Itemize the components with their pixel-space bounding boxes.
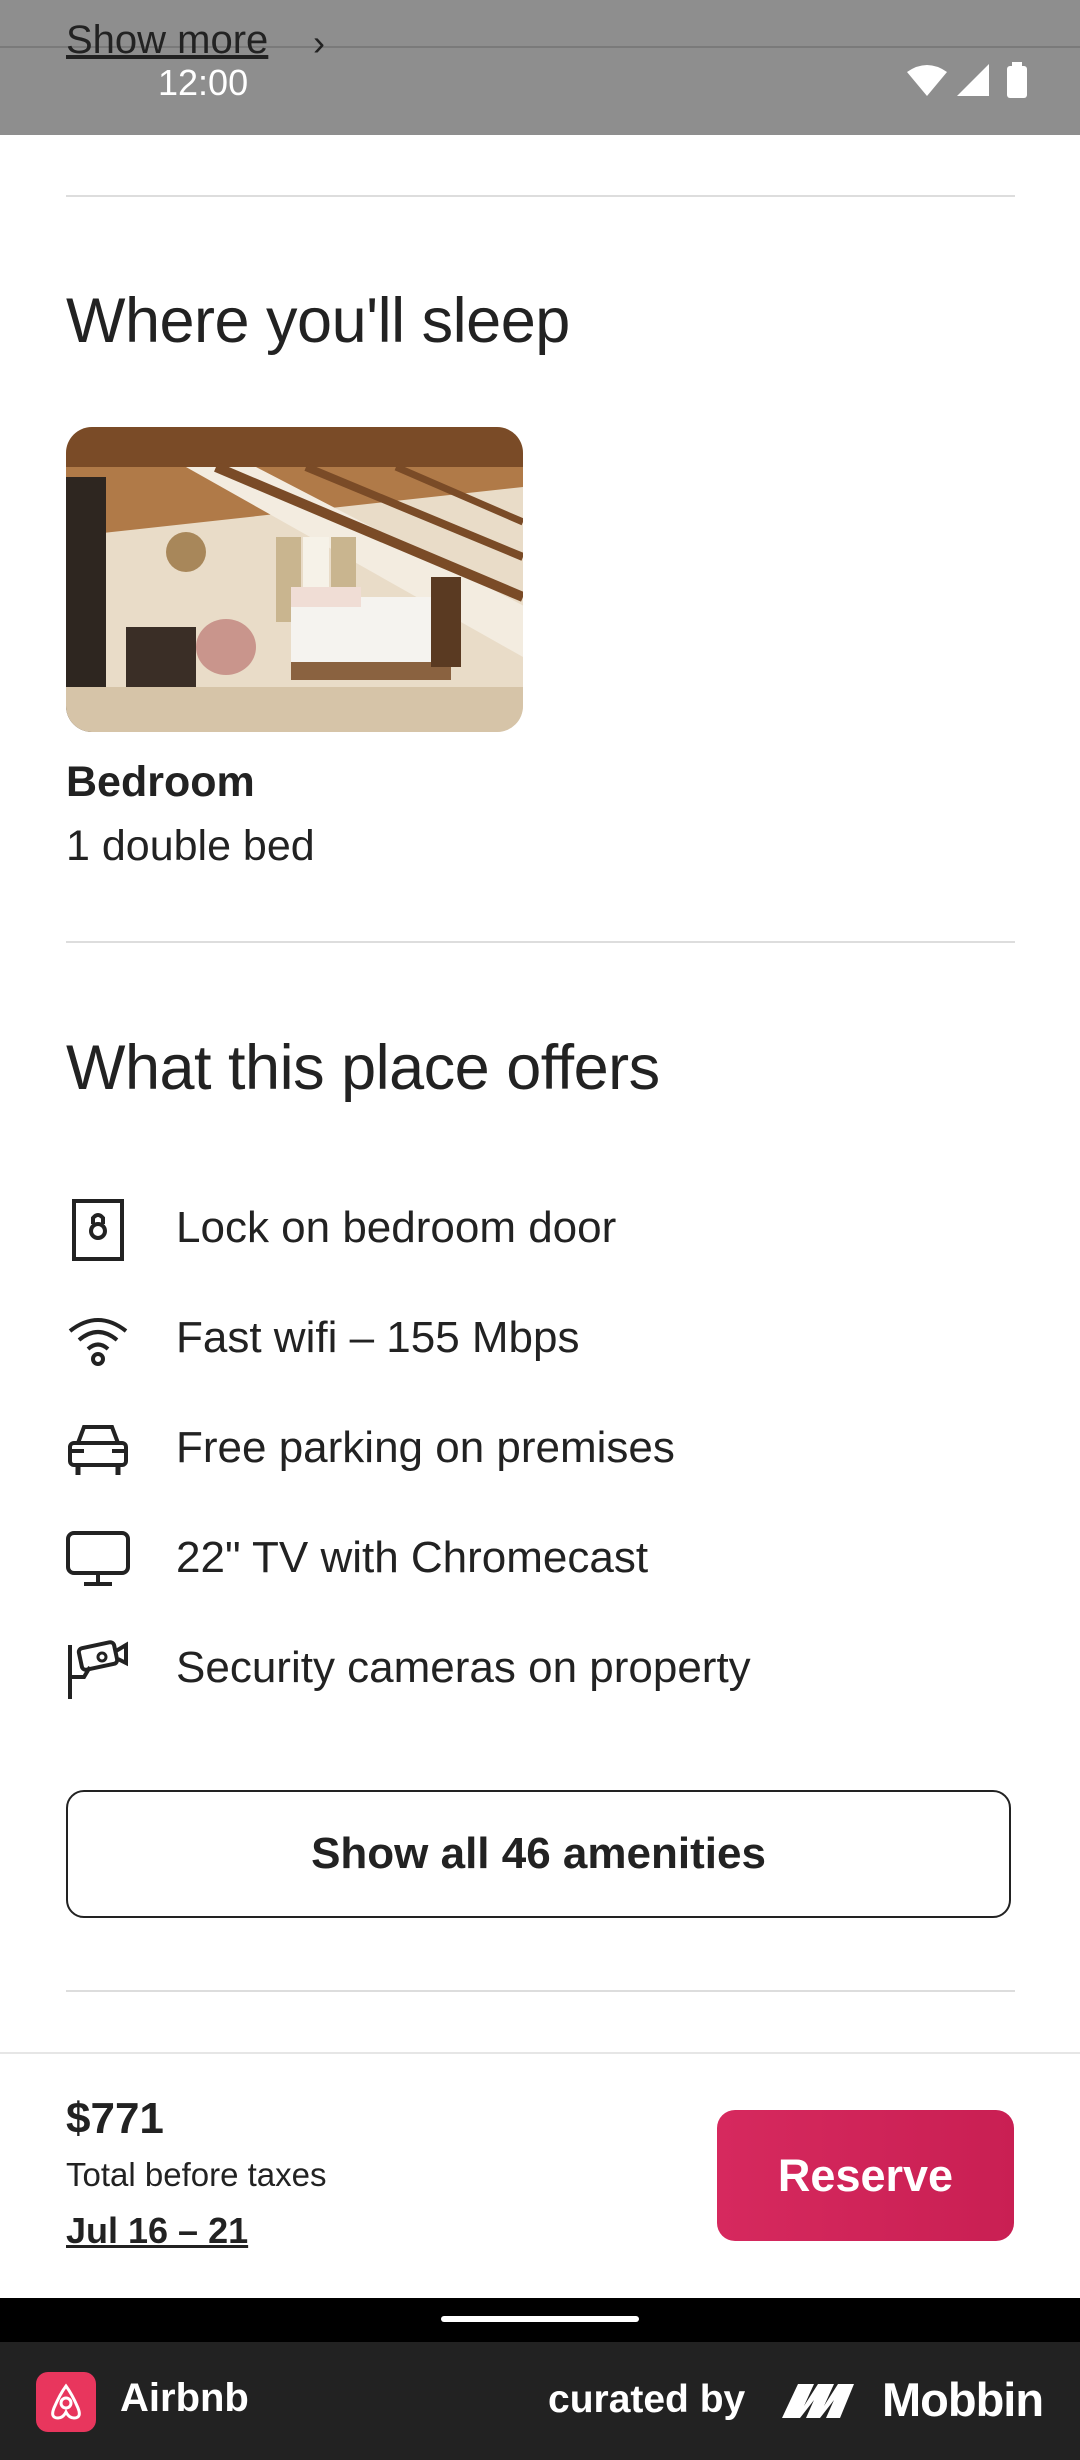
amenities-section-title: What this place offers <box>66 1033 660 1103</box>
home-indicator[interactable] <box>441 2316 639 2322</box>
amenity-item: Security cameras on property <box>66 1637 1006 1707</box>
bedroom-photo-image <box>66 427 523 732</box>
sleep-section-title: Where you'll sleep <box>66 286 570 356</box>
cell-signal-icon <box>957 64 989 96</box>
amenity-item: Free parking on premises <box>66 1417 1006 1487</box>
mobbin-logo-icon <box>782 2384 854 2418</box>
airbnb-logo-icon <box>36 2372 96 2432</box>
show-more-link[interactable]: Show more <box>66 18 268 63</box>
battery-icon <box>1007 66 1027 98</box>
brand-bar: Airbnb curated by Mobbin <box>0 2342 1080 2460</box>
tv-icon <box>66 1531 130 1586</box>
curated-by-label: curated by <box>548 2378 746 2421</box>
bedroom-photo[interactable] <box>66 427 523 732</box>
amenity-label: Security cameras on property <box>176 1643 751 1692</box>
divider <box>66 195 1015 197</box>
amenity-item: 22" TV with Chromecast <box>66 1527 1006 1597</box>
app-name: Airbnb <box>120 2376 249 2420</box>
booking-footer: $771 Total before taxes Jul 16 – 21 Rese… <box>0 2052 1080 2300</box>
room-name: Bedroom <box>66 758 255 806</box>
system-nav-bar <box>0 2298 1080 2342</box>
divider <box>66 941 1015 943</box>
curator-name: Mobbin <box>882 2373 1044 2426</box>
amenity-item: Fast wifi – 155 Mbps <box>66 1307 1006 1377</box>
total-price: $771 <box>66 2094 164 2143</box>
amenity-label: Lock on bedroom door <box>176 1203 617 1252</box>
divider <box>66 1990 1015 1992</box>
trip-dates-link[interactable]: Jul 16 – 21 <box>66 2210 248 2252</box>
clock: 12:00 <box>158 62 249 103</box>
chevron-right-icon: › <box>313 22 325 63</box>
wifi-signal-icon <box>907 65 947 96</box>
amenity-item: Lock on bedroom door <box>66 1197 1006 1267</box>
amenity-label: Fast wifi – 155 Mbps <box>176 1313 580 1362</box>
security-camera-icon <box>68 1640 128 1699</box>
reserve-button[interactable]: Reserve <box>717 2110 1014 2241</box>
room-beds: 1 double bed <box>66 822 315 870</box>
status-bar: Show more › 12:00 <box>0 0 1080 135</box>
show-all-amenities-button[interactable]: Show all 46 amenities <box>66 1790 1011 1918</box>
amenity-label: 22" TV with Chromecast <box>176 1533 649 1582</box>
amenity-label: Free parking on premises <box>176 1423 675 1472</box>
wifi-icon <box>68 1318 128 1366</box>
price-note: Total before taxes <box>66 2156 327 2193</box>
lock-icon <box>72 1199 124 1261</box>
car-icon <box>68 1425 128 1475</box>
status-icons <box>907 62 1027 98</box>
